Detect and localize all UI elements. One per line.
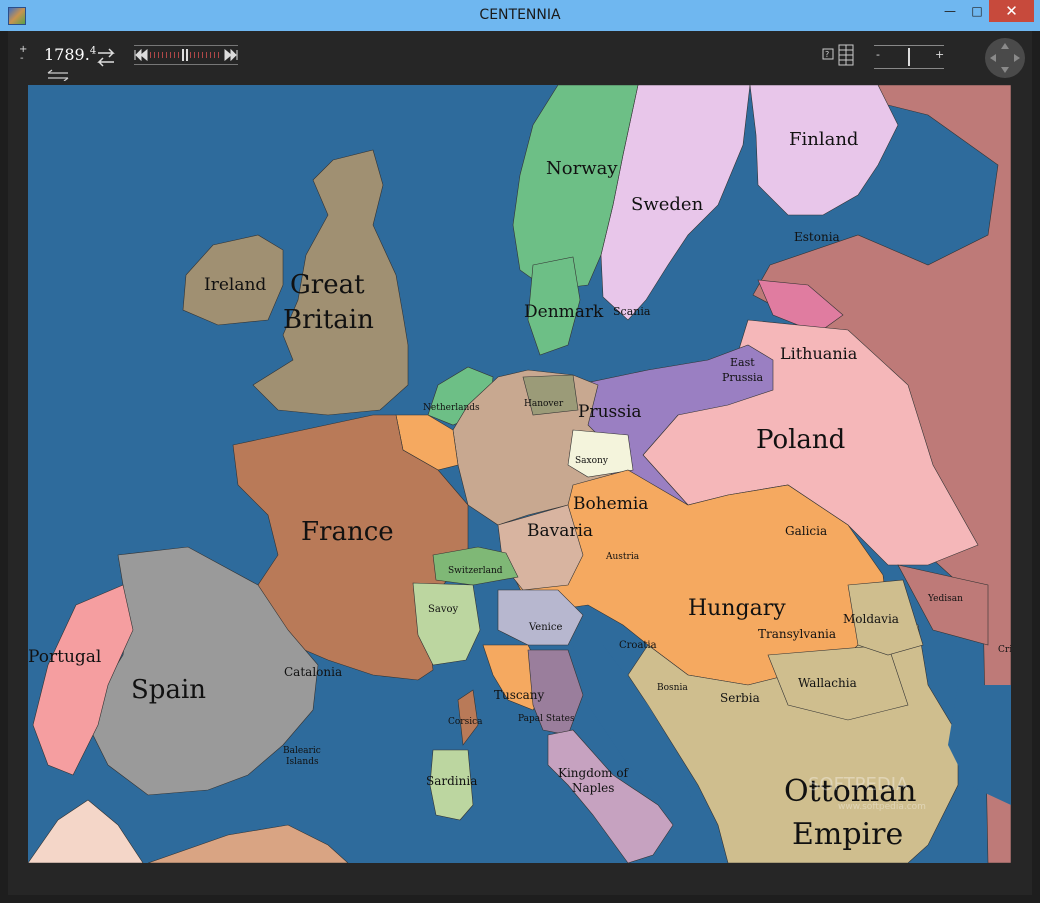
label-britain: Britain xyxy=(283,305,374,335)
label-switzerland: Switzerland xyxy=(448,566,503,576)
timeline-thumb[interactable] xyxy=(182,49,188,61)
year-display: 1789.4 xyxy=(44,45,96,64)
svg-text:?: ? xyxy=(825,50,829,59)
label-naples: Naples xyxy=(572,781,614,795)
zoom-out-button[interactable]: - xyxy=(876,48,880,61)
timeline-slider[interactable] xyxy=(134,45,238,65)
minimize-button[interactable]: — xyxy=(936,0,964,22)
label-denmark: Denmark xyxy=(524,302,604,322)
year-fraction: 4 xyxy=(89,45,97,57)
label-sardinia: Sardinia xyxy=(426,774,477,788)
label-islands: Islands xyxy=(286,757,319,767)
label-kingdom-of: Kingdom of xyxy=(558,766,630,780)
label-papal-states: Papal States xyxy=(518,714,575,724)
watermark: SOFTPEDIA xyxy=(808,774,909,795)
label-catalonia: Catalonia xyxy=(284,665,342,679)
window-title: CENTENNIA xyxy=(479,7,561,23)
label-galicia: Galicia xyxy=(785,524,827,538)
label-austria: Austria xyxy=(605,552,640,562)
pan-navigation-pad[interactable] xyxy=(985,38,1025,78)
label-spain: Spain xyxy=(131,675,206,705)
close-button[interactable]: ✕ xyxy=(989,0,1034,22)
label-corsica: Corsica xyxy=(448,717,483,727)
label-ireland: Ireland xyxy=(204,275,266,295)
year-value: 1789. xyxy=(44,45,90,64)
label-east: East xyxy=(730,356,755,369)
label-empire: Empire xyxy=(792,817,903,852)
europe-map[interactable]: Norway Sweden Finland Estonia Ireland Gr… xyxy=(28,85,1011,863)
label-estonia: Estonia xyxy=(794,230,840,244)
label-finland: Finland xyxy=(789,129,858,150)
label-transylvania: Transylvania xyxy=(758,627,836,641)
title-bar: CENTENNIA — □ ✕ xyxy=(0,0,1040,31)
label-bohemia: Bohemia xyxy=(573,494,648,514)
label-netherlands: Netherlands xyxy=(423,403,480,413)
label-saxony: Saxony xyxy=(575,456,609,466)
label-poland: Poland xyxy=(756,425,845,455)
label-hungary: Hungary xyxy=(688,596,786,621)
label-east-prussia: Prussia xyxy=(722,371,764,384)
pan-arrows-icon xyxy=(990,43,1020,73)
zoom-slider[interactable]: - + xyxy=(874,45,944,69)
watermark-url: www.softpedia.com xyxy=(838,802,926,812)
label-wallachia: Wallachia xyxy=(798,676,857,690)
label-crimea: Cri xyxy=(998,645,1011,655)
label-lithuania: Lithuania xyxy=(780,344,858,363)
label-scania: Scania xyxy=(613,305,651,318)
step-back-button[interactable]: - xyxy=(20,53,24,64)
label-hanover: Hanover xyxy=(524,399,564,409)
label-great: Great xyxy=(290,270,365,300)
label-yedisan: Yedisan xyxy=(927,594,963,604)
label-prussia: Prussia xyxy=(578,402,642,422)
label-france: France xyxy=(301,517,394,547)
skip-end-icon[interactable] xyxy=(224,49,238,61)
label-tuscany: Tuscany xyxy=(494,688,544,702)
legend-grid-icon[interactable] xyxy=(838,44,854,66)
toolbar: + - 1789.4 ? - + xyxy=(8,31,1032,85)
skip-start-icon[interactable] xyxy=(134,49,148,61)
label-balearic: Balearic xyxy=(283,746,321,756)
zoom-thumb[interactable] xyxy=(908,48,910,66)
reverse-direction-icon[interactable] xyxy=(46,69,70,81)
label-portugal: Portugal xyxy=(28,647,101,667)
zoom-in-button[interactable]: + xyxy=(935,48,944,61)
label-bosnia: Bosnia xyxy=(657,683,688,693)
label-bavaria: Bavaria xyxy=(527,521,593,541)
region-hanover[interactable] xyxy=(522,374,579,416)
swap-arrows-icon[interactable] xyxy=(97,48,115,68)
maximize-button[interactable]: □ xyxy=(963,0,991,22)
label-venice: Venice xyxy=(528,622,562,633)
label-serbia: Serbia xyxy=(720,691,760,705)
label-savoy: Savoy xyxy=(428,604,458,615)
region-saxony[interactable] xyxy=(567,429,634,478)
label-norway: Norway xyxy=(546,158,618,179)
label-moldavia: Moldavia xyxy=(843,612,899,626)
label-croatia: Croatia xyxy=(619,640,657,651)
label-sweden: Sweden xyxy=(631,194,704,215)
info-box-icon[interactable]: ? xyxy=(822,48,834,60)
